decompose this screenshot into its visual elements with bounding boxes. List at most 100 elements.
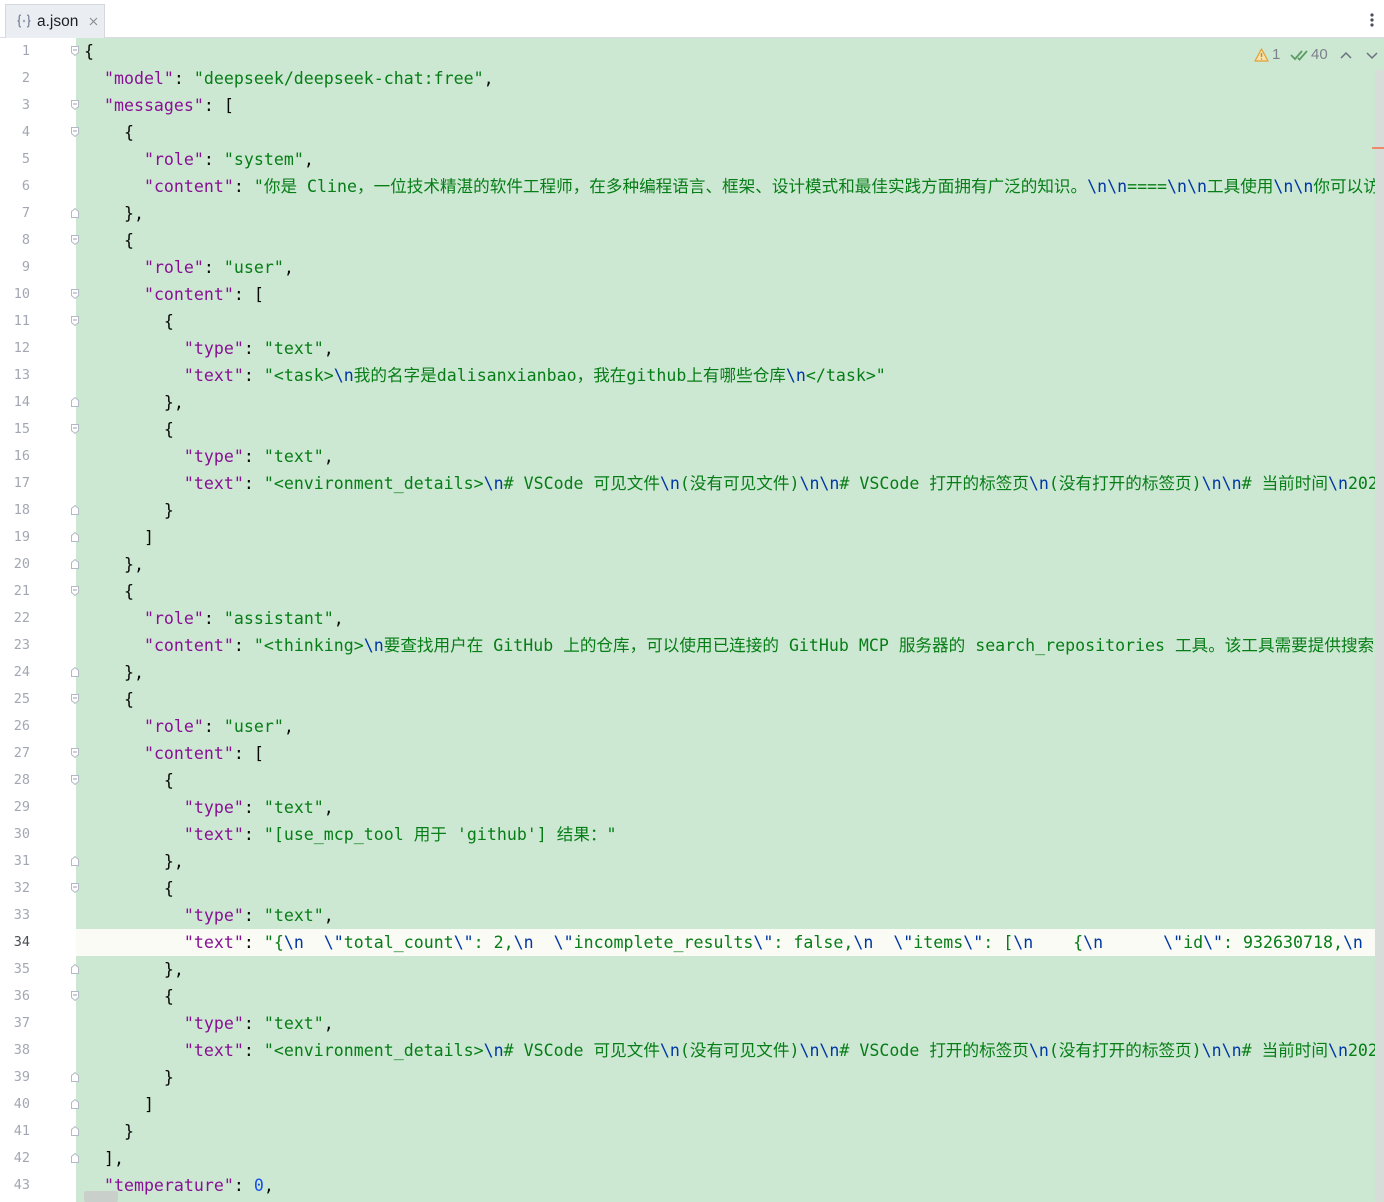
line-number[interactable]: 32 [0, 875, 30, 902]
code-line[interactable]: { [76, 227, 1384, 254]
line-number[interactable]: 16 [0, 443, 30, 470]
code-line[interactable]: "role": "system", [76, 146, 1384, 173]
line-number[interactable]: 39 [0, 1064, 30, 1091]
fold-close-icon[interactable] [70, 207, 80, 219]
fold-close-icon[interactable] [70, 1098, 80, 1110]
line-number[interactable]: 3 [0, 92, 30, 119]
code-line[interactable]: }, [76, 848, 1384, 875]
fold-open-icon[interactable] [70, 126, 80, 138]
line-number[interactable]: 8 [0, 227, 30, 254]
line-number[interactable]: 30 [0, 821, 30, 848]
fold-close-icon[interactable] [70, 531, 80, 543]
fold-open-icon[interactable] [70, 45, 80, 57]
code-line[interactable]: ], [76, 1145, 1384, 1172]
code-line[interactable]: { [76, 875, 1384, 902]
line-number[interactable]: 12 [0, 335, 30, 362]
line-number[interactable]: 22 [0, 605, 30, 632]
line-number[interactable]: 43 [0, 1172, 30, 1199]
line-number[interactable]: 14 [0, 389, 30, 416]
code-line[interactable]: { [76, 686, 1384, 713]
code-line[interactable]: ] [76, 524, 1384, 551]
line-number[interactable]: 41 [0, 1118, 30, 1145]
line-number[interactable]: 38 [0, 1037, 30, 1064]
code-line[interactable]: "role": "user", [76, 713, 1384, 740]
code-line[interactable]: "temperature": 0, [76, 1172, 1384, 1199]
line-number[interactable]: 31 [0, 848, 30, 875]
fold-open-icon[interactable] [70, 234, 80, 246]
code-lines[interactable]: { "model": "deepseek/deepseek-chat:free"… [76, 38, 1384, 1199]
fold-close-icon[interactable] [70, 1125, 80, 1137]
line-number[interactable]: 15 [0, 416, 30, 443]
fold-close-icon[interactable] [70, 666, 80, 678]
fold-open-icon[interactable] [70, 747, 80, 759]
code-line[interactable]: "type": "text", [76, 335, 1384, 362]
code-line[interactable]: "content": "<thinking>\n要查找用户在 GitHub 上的… [76, 632, 1384, 659]
code-line[interactable]: }, [76, 551, 1384, 578]
fold-open-icon[interactable] [70, 423, 80, 435]
code-line[interactable]: { [76, 416, 1384, 443]
line-number[interactable]: 1 [0, 38, 30, 65]
check-count[interactable]: 40 [1311, 45, 1328, 65]
code-line[interactable]: "model": "deepseek/deepseek-chat:free", [76, 65, 1384, 92]
fold-close-icon[interactable] [70, 855, 80, 867]
code-line[interactable]: } [76, 1118, 1384, 1145]
warning-count[interactable]: 1 [1272, 45, 1280, 65]
fold-close-icon[interactable] [70, 963, 80, 975]
code-line[interactable]: "text": "[use_mcp_tool 用于 'github'] 结果：" [76, 821, 1384, 848]
line-number[interactable]: 25 [0, 686, 30, 713]
error-stripe-marker[interactable] [1372, 147, 1384, 149]
line-number[interactable]: 11 [0, 308, 30, 335]
fold-open-icon[interactable] [70, 774, 80, 786]
code-line[interactable]: { [76, 38, 1384, 65]
code-line[interactable]: } [76, 1064, 1384, 1091]
code-line[interactable]: "content": [ [76, 281, 1384, 308]
line-number[interactable]: 20 [0, 551, 30, 578]
fold-close-icon[interactable] [70, 396, 80, 408]
fold-open-icon[interactable] [70, 693, 80, 705]
code-line[interactable]: { [76, 983, 1384, 1010]
code-line[interactable]: "content": [ [76, 740, 1384, 767]
line-number[interactable]: 2 [0, 65, 30, 92]
code-line[interactable]: { [76, 119, 1384, 146]
line-number[interactable]: 21 [0, 578, 30, 605]
code-line[interactable]: { [76, 767, 1384, 794]
fold-close-icon[interactable] [70, 504, 80, 516]
line-number[interactable]: 26 [0, 713, 30, 740]
close-icon[interactable] [89, 17, 98, 26]
line-number[interactable]: 9 [0, 254, 30, 281]
fold-close-icon[interactable] [70, 1152, 80, 1164]
code-line[interactable]: "content": "你是 Cline，一位技术精湛的软件工程师，在多种编程语… [76, 173, 1384, 200]
line-number[interactable]: 6 [0, 173, 30, 200]
line-number[interactable]: 7 [0, 200, 30, 227]
line-number[interactable]: 27 [0, 740, 30, 767]
code-line[interactable]: { [76, 578, 1384, 605]
line-number[interactable]: 24 [0, 659, 30, 686]
line-number[interactable]: 35 [0, 956, 30, 983]
code-line[interactable]: "text": "<environment_details>\n# VSCode… [76, 470, 1384, 497]
horizontal-scrollbar[interactable] [84, 1191, 118, 1202]
code-line[interactable]: }, [76, 956, 1384, 983]
code-line[interactable]: "type": "text", [76, 902, 1384, 929]
line-number[interactable]: 29 [0, 794, 30, 821]
code-line[interactable]: ] [76, 1091, 1384, 1118]
code-line[interactable]: } [76, 497, 1384, 524]
line-number[interactable]: 34 [0, 929, 30, 956]
code-line[interactable]: { [76, 308, 1384, 335]
code-line[interactable]: "role": "user", [76, 254, 1384, 281]
tab-a-json[interactable]: a.json [5, 4, 105, 38]
code-line[interactable]: }, [76, 200, 1384, 227]
fold-open-icon[interactable] [70, 315, 80, 327]
line-number[interactable]: 28 [0, 767, 30, 794]
fold-close-icon[interactable] [70, 558, 80, 570]
more-vertical-icon[interactable] [1369, 12, 1375, 28]
line-number[interactable]: 19 [0, 524, 30, 551]
line-number[interactable]: 23 [0, 632, 30, 659]
code-line[interactable]: "type": "text", [76, 443, 1384, 470]
double-check-icon[interactable] [1290, 48, 1310, 62]
line-number[interactable]: 13 [0, 362, 30, 389]
line-number[interactable]: 36 [0, 983, 30, 1010]
fold-open-icon[interactable] [70, 990, 80, 1002]
line-number[interactable]: 17 [0, 470, 30, 497]
line-number[interactable]: 42 [0, 1145, 30, 1172]
code-line-current[interactable]: "text": "{\n \"total_count\": 2,\n \"inc… [76, 929, 1384, 956]
